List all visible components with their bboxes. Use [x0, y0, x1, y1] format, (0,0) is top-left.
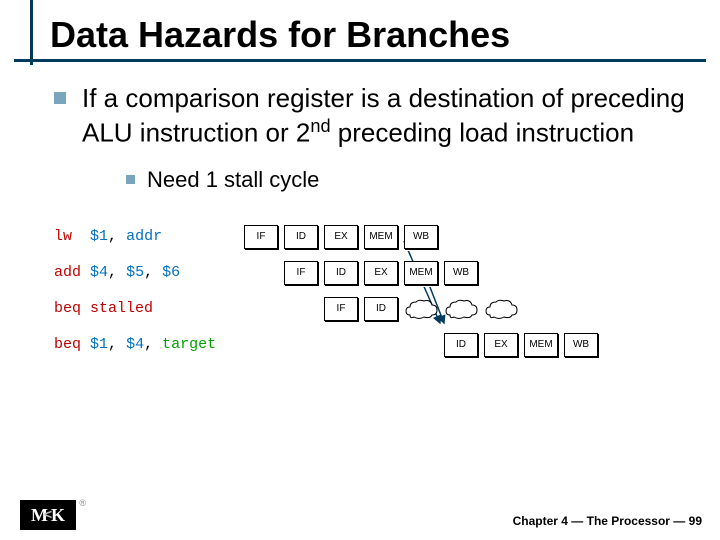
registered-icon: ®	[79, 498, 86, 508]
bullet1-text: If a comparison register is a destinatio…	[82, 82, 690, 149]
stage-ex: EX	[364, 261, 398, 285]
bullet-level-1: If a comparison register is a destinatio…	[54, 82, 690, 149]
stage-id: ID	[284, 225, 318, 249]
content-area: If a comparison register is a destinatio…	[0, 62, 720, 363]
bullet2-text: Need 1 stall cycle	[147, 167, 319, 193]
slide-title: Data Hazards for Branches	[50, 14, 720, 56]
pipeline-row: beq $1, $4, target IDEXMEMWB	[54, 327, 690, 363]
instruction-text: beq stalled	[54, 300, 244, 317]
stage-mem: MEM	[404, 261, 438, 285]
stage-if: IF	[244, 225, 278, 249]
stage-wb: WB	[404, 225, 438, 249]
stage-wb: WB	[564, 333, 598, 357]
title-bar: Data Hazards for Branches	[0, 0, 720, 62]
pipeline-diagram: lw $1, addrIFIDEXMEMWBadd $4, $5, $6IFID…	[54, 219, 690, 363]
pipeline-stages: IFID	[324, 297, 518, 321]
pipeline-stages: IFIDEXMEMWB	[244, 225, 438, 249]
stage-id: ID	[444, 333, 478, 357]
bullet1-post: preceding load instruction	[331, 117, 635, 147]
stage-ex: EX	[324, 225, 358, 249]
pipeline-stages: IFIDEXMEMWB	[284, 261, 478, 285]
title-underline	[14, 59, 706, 62]
bullet-level-2: Need 1 stall cycle	[126, 167, 690, 193]
instruction-text: beq $1, $4, target	[54, 336, 244, 353]
stage-mem: MEM	[524, 333, 558, 357]
stage-if: IF	[324, 297, 358, 321]
stage-id: ID	[364, 297, 398, 321]
bullet1-sup: nd	[310, 116, 330, 136]
stage-if: IF	[284, 261, 318, 285]
bubble-cloud-icon	[484, 297, 518, 321]
stage-ex: EX	[484, 333, 518, 357]
stage-id: ID	[324, 261, 358, 285]
bubble-cloud-icon	[404, 297, 438, 321]
stage-wb: WB	[444, 261, 478, 285]
pipeline-row: lw $1, addrIFIDEXMEMWB	[54, 219, 690, 255]
pipeline-stages: IDEXMEMWB	[444, 333, 598, 357]
bubble-cloud-icon	[444, 297, 478, 321]
instruction-text: add $4, $5, $6	[54, 264, 244, 281]
publisher-logo: M < K ®	[20, 500, 76, 530]
square-bullet-icon	[54, 92, 66, 104]
square-bullet-icon	[126, 175, 135, 184]
instruction-text: lw $1, addr	[54, 228, 244, 245]
logo-k: K	[51, 505, 65, 526]
pipeline-row: add $4, $5, $6 IFIDEXMEMWB	[54, 255, 690, 291]
stage-mem: MEM	[364, 225, 398, 249]
logo-box: M < K	[20, 500, 76, 530]
footer-text: Chapter 4 — The Processor — 99	[513, 514, 702, 528]
title-tick	[30, 0, 33, 65]
pipeline-row: beq stalled IFID	[54, 291, 690, 327]
